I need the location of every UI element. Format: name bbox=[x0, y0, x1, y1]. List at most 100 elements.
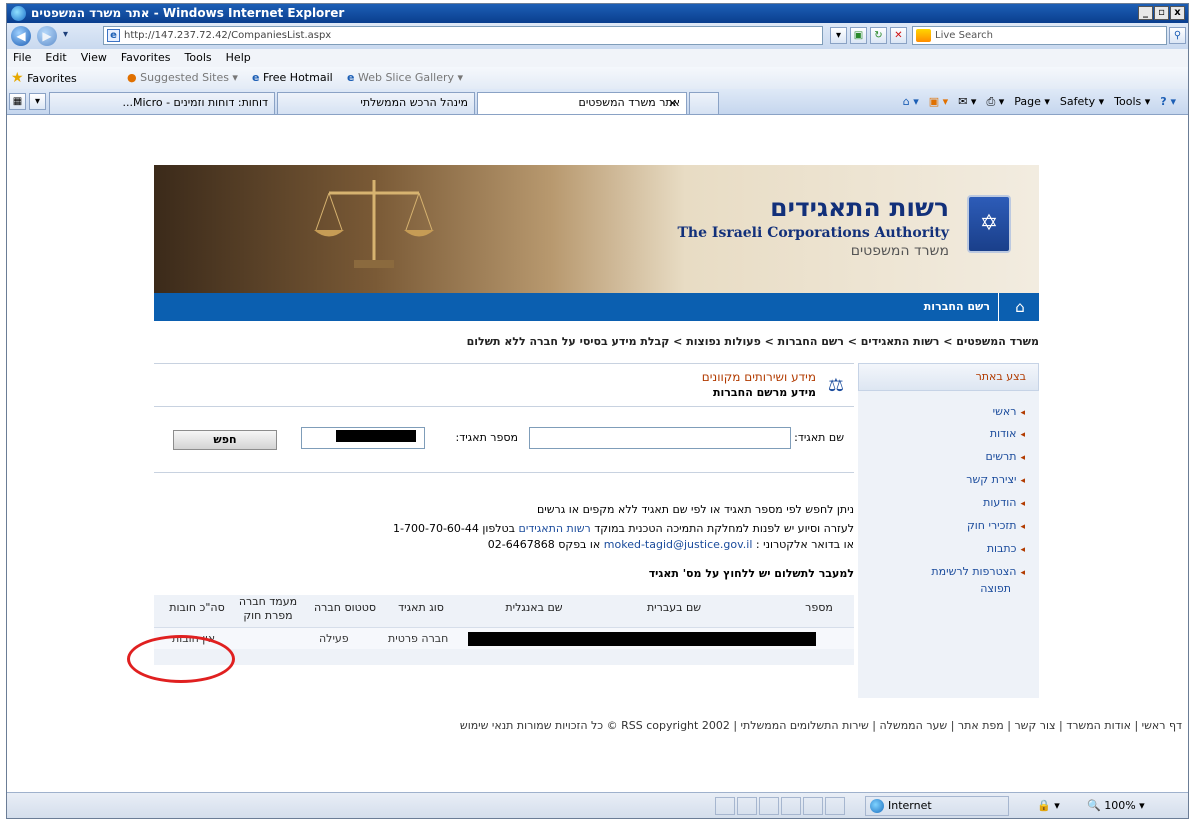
content-subheading: מידע מרשם החברות bbox=[713, 386, 816, 399]
nav-companies-registry[interactable]: רשם החברות bbox=[924, 293, 999, 321]
address-dropdown-icon[interactable]: ▾ bbox=[830, 27, 847, 44]
site-home-icon[interactable]: ⌂ bbox=[1011, 298, 1029, 316]
menu-bar: File Edit View Favorites Tools Help bbox=[7, 49, 1188, 67]
sidebar-item-about[interactable]: ◂אודות bbox=[990, 427, 1025, 440]
tab-justice-ministry[interactable]: אתר משרד המשפטים bbox=[477, 92, 687, 114]
scales-of-justice-icon bbox=[314, 180, 434, 268]
minimize-button[interactable]: _ bbox=[1138, 6, 1153, 20]
menu-tools[interactable]: Tools bbox=[185, 49, 212, 67]
table-row: חברה פרטית פעילה אין חובות bbox=[154, 627, 854, 649]
footer-links[interactable]: דף ראשי | אודות המשרד | צור קשר | מפת את… bbox=[137, 719, 1182, 732]
history-dropdown-icon[interactable]: ▾ bbox=[63, 29, 68, 40]
search-button[interactable]: חפש bbox=[173, 430, 277, 450]
free-hotmail-link[interactable]: e Free Hotmail bbox=[252, 67, 333, 89]
status-segment bbox=[781, 797, 801, 815]
sidebar-item-label: תרשים bbox=[985, 450, 1017, 463]
email-prefix: או בדואר אלקטרוני : bbox=[755, 538, 854, 551]
col-english-name: שם באנגלית bbox=[505, 601, 563, 614]
address-input[interactable]: e http://147.237.72.42/CompaniesList.asp… bbox=[103, 26, 823, 45]
search-form: שם תאגיד: מספר תאגיד: חפש bbox=[154, 424, 854, 454]
refresh-icon[interactable]: ↻ bbox=[870, 27, 887, 44]
col-total-debts: סה"כ חובות bbox=[169, 601, 225, 614]
bullet-icon: ◂ bbox=[1020, 499, 1025, 509]
maximize-button[interactable]: ▫ bbox=[1154, 6, 1169, 20]
status-segment bbox=[825, 797, 845, 815]
tab-reports[interactable]: דוחות: דוחות וזמינים - Micro... bbox=[49, 92, 275, 114]
hotmail-icon: e bbox=[252, 71, 260, 84]
state-emblem-icon: ✡ bbox=[967, 195, 1011, 253]
menu-edit[interactable]: Edit bbox=[45, 49, 66, 67]
favorites-label: Favorites bbox=[27, 72, 77, 85]
page-favicon-icon: e bbox=[107, 29, 120, 42]
menu-favorites[interactable]: Favorites bbox=[121, 49, 171, 67]
back-icon[interactable]: ◀ bbox=[11, 26, 31, 46]
cell-company-status: פעילה bbox=[319, 632, 349, 645]
print-icon[interactable]: ⎙ ▾ bbox=[986, 94, 1004, 110]
company-name-input[interactable] bbox=[529, 427, 791, 449]
search-input[interactable]: Live Search bbox=[912, 26, 1167, 45]
breadcrumb[interactable]: משרד המשפטים > רשות התאגידים > רשם החברו… bbox=[154, 335, 1039, 348]
menu-help[interactable]: Help bbox=[226, 49, 251, 67]
authority-link[interactable]: רשות התאגידים bbox=[519, 522, 591, 535]
safety-menu[interactable]: Safety ▾ bbox=[1060, 94, 1104, 110]
zoom-control[interactable]: 🔍 100% ▾ bbox=[1087, 796, 1145, 816]
forward-icon[interactable]: ▶ bbox=[37, 26, 57, 46]
title-bar: אתר משרד המשפטים - Windows Internet Expl… bbox=[7, 4, 1188, 23]
sidebar-item-label: כתבות bbox=[986, 542, 1017, 555]
stop-icon[interactable]: ✕ bbox=[890, 27, 907, 44]
menu-file[interactable]: File bbox=[13, 49, 31, 67]
support-phone: בטלפון 1-700-70-60-44 bbox=[393, 522, 516, 535]
sidebar-item-label: אודות bbox=[989, 427, 1017, 440]
security-zone[interactable]: Internet bbox=[865, 796, 1009, 816]
email-line: או בדואר אלקטרוני : moked-tagid@justice.… bbox=[154, 538, 854, 551]
support-email-link[interactable]: moked-tagid@justice.gov.il bbox=[604, 538, 753, 551]
sidebar-item-label: הודעות bbox=[983, 496, 1017, 509]
search-go-icon[interactable]: ⚲ bbox=[1169, 27, 1186, 44]
window-title: אתר משרד המשפטים - Windows Internet Expl… bbox=[31, 6, 345, 20]
free-hotmail-label: Free Hotmail bbox=[262, 71, 333, 84]
close-button[interactable]: x bbox=[1170, 6, 1185, 20]
sidebar-item-articles[interactable]: ◂כתבות bbox=[987, 542, 1025, 555]
new-tab-button[interactable] bbox=[689, 92, 719, 114]
tab-procurement[interactable]: מינהל הרכש הממשלתי bbox=[277, 92, 475, 114]
web-slice-gallery-link[interactable]: e Web Slice Gallery ▾ bbox=[347, 67, 463, 89]
page-content: ✡ רשות התאגידים The Israeli Corporations… bbox=[7, 115, 1188, 792]
bullet-icon: ◂ bbox=[1020, 430, 1025, 440]
bullet-icon: ◂ bbox=[1020, 476, 1025, 486]
redacted-number bbox=[336, 430, 416, 442]
col-hebrew-name: שם בעברית bbox=[646, 601, 702, 614]
sidebar-item-mailing-list-cont[interactable]: תפוצה bbox=[980, 582, 1011, 595]
sidebar-item-mailing-list[interactable]: ◂הצטרפות לרשימת bbox=[931, 565, 1025, 578]
status-segment bbox=[759, 797, 779, 815]
bullet-icon: ◂ bbox=[1020, 568, 1025, 578]
support-line: לעזרה וסיוע יש לפנות למחלקת התמיכה הטכני… bbox=[154, 522, 854, 535]
tab-justice-label: אתר משרד המשפטים bbox=[578, 96, 680, 109]
status-segment bbox=[737, 797, 757, 815]
col-violating-status: מעמד חברה מפרת חוק bbox=[238, 595, 298, 622]
col-number: מספר bbox=[805, 601, 833, 614]
tab-list-icon[interactable]: ▾ bbox=[29, 93, 46, 110]
mail-icon[interactable]: ✉ ▾ bbox=[958, 94, 976, 110]
cell-company-type: חברה פרטית bbox=[388, 632, 449, 645]
quick-tabs-icon[interactable]: ▦ bbox=[9, 93, 26, 110]
sidebar-item-contact[interactable]: ◂יצירת קשר bbox=[966, 473, 1025, 486]
authority-english-title: The Israeli Corporations Authority bbox=[677, 225, 949, 241]
sidebar-item-chart[interactable]: ◂תרשים bbox=[985, 450, 1025, 463]
protected-mode-icon[interactable]: 🔒 ▾ bbox=[1037, 799, 1060, 812]
page-menu[interactable]: Page ▾ bbox=[1014, 94, 1050, 110]
balance-scale-icon: ⚖ bbox=[827, 375, 845, 396]
sidebar-item-notices[interactable]: ◂הודעות bbox=[983, 496, 1025, 509]
content-heading: מידע ושירותים מקוונים bbox=[701, 370, 816, 384]
sidebar-item-law-memos[interactable]: ◂תזכירי חוק bbox=[967, 519, 1025, 532]
favorites-button[interactable]: ★ Favorites bbox=[11, 67, 77, 90]
help-icon[interactable]: ? ▾ bbox=[1160, 94, 1176, 110]
menu-view[interactable]: View bbox=[81, 49, 107, 67]
suggested-sites-link[interactable]: ● Suggested Sites ▾ bbox=[127, 67, 238, 89]
compatibility-icon[interactable]: ▣ bbox=[850, 27, 867, 44]
close-tab-icon[interactable]: ✕ bbox=[668, 97, 677, 110]
ministry-name: משרד המשפטים bbox=[850, 243, 949, 259]
home-icon[interactable]: ⌂ ▾ bbox=[903, 94, 919, 110]
feeds-icon[interactable]: ▣ ▾ bbox=[929, 94, 948, 110]
sidebar-item-home[interactable]: ◂ראשי bbox=[993, 405, 1025, 418]
tools-menu[interactable]: Tools ▾ bbox=[1114, 94, 1150, 110]
